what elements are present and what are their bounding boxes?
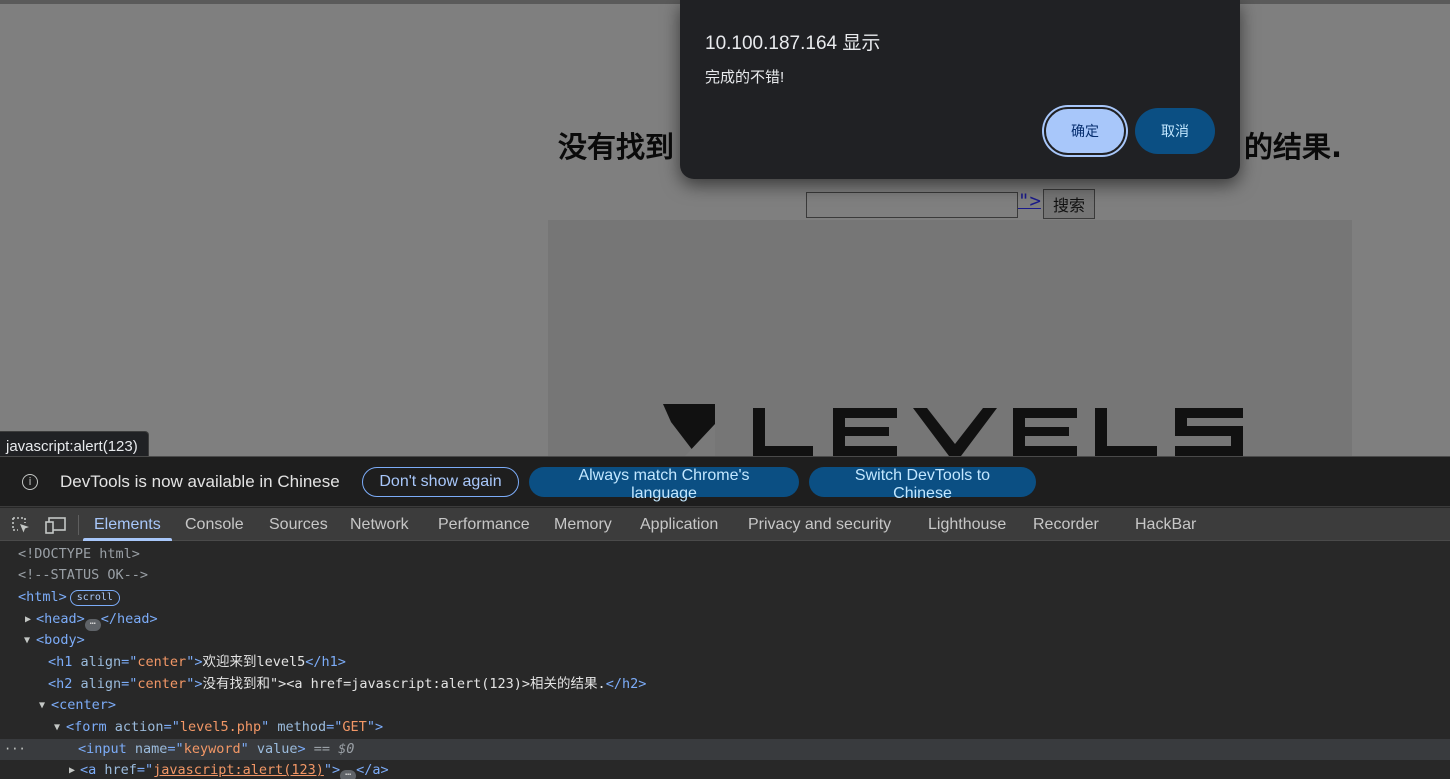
tab-sources[interactable]: Sources	[269, 508, 328, 541]
doctype-text: <!DOCTYPE html>	[18, 546, 140, 562]
tab-lighthouse[interactable]: Lighthouse	[928, 508, 1006, 541]
devtools-tabbar: Elements Console Sources Network Perform…	[0, 508, 1450, 541]
tab-console[interactable]: Console	[185, 508, 244, 541]
center-tag: <center>	[51, 697, 117, 713]
collapse-arrow-icon[interactable]: ▼	[54, 717, 64, 738]
head-close-tag: </head>	[100, 611, 158, 627]
alert-dialog: 10.100.187.164 显示 完成的不错! 确定 取消	[680, 0, 1240, 179]
form-open: <form	[66, 719, 115, 735]
alert-ok-button[interactable]: 确定	[1044, 107, 1126, 155]
tab-hackbar[interactable]: HackBar	[1135, 508, 1196, 541]
collapse-arrow-icon[interactable]: ▼	[39, 695, 49, 716]
expand-arrow-icon[interactable]: ▶	[25, 609, 35, 630]
input-val1: keyword	[183, 741, 241, 757]
h2-open: <h2	[48, 676, 81, 692]
dom-line-comment[interactable]: <!--STATUS OK-->	[0, 565, 1450, 586]
dom-line-html[interactable]: <html> scroll	[0, 587, 1450, 608]
heading-right-text: 的结果.	[1243, 130, 1342, 164]
a-attr: href	[104, 762, 137, 778]
h1-open: <h1	[48, 654, 81, 670]
h1-end: </h1>	[305, 654, 346, 670]
body-tag: <body>	[36, 632, 85, 648]
form-attr2: method	[277, 719, 327, 735]
input-end: >	[297, 741, 306, 757]
device-toolbar-icon[interactable]	[45, 516, 67, 534]
dom-line-h1[interactable]: <h1 align="center">欢迎来到level5</h1>	[0, 652, 1450, 673]
devtools-panel: i DevTools is now available in Chinese D…	[0, 456, 1450, 779]
tab-privacy-and-security[interactable]: Privacy and security	[748, 508, 891, 541]
injected-link[interactable]: ">	[1018, 190, 1041, 212]
more-options-icon[interactable]: ···	[4, 739, 26, 760]
language-infobar: i DevTools is now available in Chinese D…	[0, 457, 1450, 507]
always-match-language-button[interactable]: Always match Chrome's language	[529, 467, 799, 502]
h2-attr-value: center	[137, 676, 187, 692]
tab-memory[interactable]: Memory	[554, 508, 612, 541]
h1-attr-name: align	[80, 654, 122, 670]
status-tooltip: javascript:alert(123)	[0, 431, 149, 456]
dom-line-form[interactable]: ▼ <form action="level5.php" method="GET"…	[0, 717, 1450, 738]
expand-arrow-icon[interactable]: ▶	[69, 760, 79, 779]
level5-banner-image	[548, 220, 1352, 456]
a-open: <a	[80, 762, 105, 778]
search-button[interactable]: 搜索	[1043, 189, 1095, 219]
dom-line-body[interactable]: ▼ <body>	[0, 630, 1450, 651]
h2-attr-name: align	[80, 676, 122, 692]
selected-marker: == $0	[313, 741, 355, 757]
dom-line-h2[interactable]: <h2 align="center">没有找到和"><a href=javasc…	[0, 674, 1450, 695]
h2-close-quote: ">	[186, 676, 203, 692]
head-open-tag: <head>	[36, 611, 85, 627]
a-end: ">	[323, 762, 341, 778]
h1-attr-value: center	[137, 654, 187, 670]
tab-network[interactable]: Network	[350, 508, 409, 541]
form-end: ">	[366, 719, 384, 735]
tab-application[interactable]: Application	[640, 508, 718, 541]
heading-left-text: 没有找到	[558, 130, 675, 164]
dom-line-anchor[interactable]: ▶ <a href="javascript:alert(123)">… </a>	[0, 760, 1450, 779]
dont-show-again-button[interactable]: Don't show again	[362, 467, 519, 497]
input-open: <input	[78, 741, 135, 757]
input-attr1: name	[134, 741, 168, 757]
h2-end: </h2>	[605, 676, 647, 692]
alert-cancel-button[interactable]: 取消	[1135, 108, 1215, 154]
h1-text: 欢迎来到level5	[202, 654, 306, 670]
info-icon: i	[22, 474, 38, 490]
comment-text: <!--STATUS OK-->	[18, 567, 149, 583]
toolbar-divider	[78, 515, 79, 535]
level5-logo-icon	[663, 404, 1243, 456]
alert-message: 完成的不错!	[705, 69, 785, 86]
a-close: </a>	[356, 762, 389, 778]
collapse-arrow-icon[interactable]: ▼	[24, 630, 34, 651]
tab-elements[interactable]: Elements	[83, 508, 172, 541]
form-val2: GET	[342, 719, 367, 735]
html-tag: <html>	[18, 589, 67, 605]
form-val1: level5.php	[179, 719, 262, 735]
scroll-badge[interactable]: scroll	[69, 590, 120, 606]
h2-eq: ="	[121, 676, 138, 692]
search-input[interactable]	[806, 192, 1018, 218]
dom-line-doctype[interactable]: <!DOCTYPE html>	[0, 544, 1450, 565]
h2-text: 没有找到和"><a href=javascript:alert(123)>相关的…	[202, 676, 606, 692]
alert-title: 10.100.187.164 显示	[705, 33, 881, 54]
input-attr2: value	[256, 741, 298, 757]
screen: 没有找到 的结果. "> 搜索 javascript:alert(123) 10…	[0, 0, 1450, 779]
tab-recorder[interactable]: Recorder	[1033, 508, 1099, 541]
inspect-element-icon[interactable]	[11, 516, 31, 534]
dom-line-center[interactable]: ▼ <center>	[0, 695, 1450, 716]
dom-line-head[interactable]: ▶ <head>… </head>	[0, 609, 1450, 631]
dom-line-input-selected[interactable]: ··· <input name="keyword" value> == $0	[0, 739, 1450, 760]
a-href-link[interactable]: javascript:alert(123)	[153, 762, 324, 778]
tab-performance[interactable]: Performance	[438, 508, 530, 541]
collapsed-ellipsis-icon[interactable]: …	[340, 768, 357, 779]
h1-close-quote: ">	[186, 654, 203, 670]
form-attr1: action	[114, 719, 164, 735]
h1-eq: ="	[121, 654, 138, 670]
switch-to-chinese-button[interactable]: Switch DevTools to Chinese	[809, 467, 1036, 502]
infobar-text: DevTools is now available in Chinese	[60, 472, 340, 491]
dom-tree: <!DOCTYPE html> <!--STATUS OK--> <html> s…	[0, 542, 1450, 779]
